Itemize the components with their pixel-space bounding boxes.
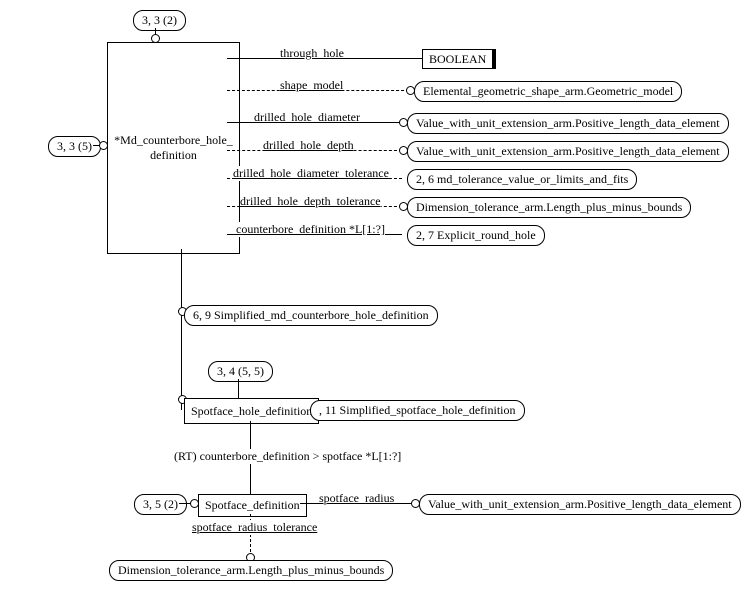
conn-left <box>99 141 108 150</box>
target-positive-length-2: Value_with_unit_extension_arm.Positive_l… <box>407 141 729 162</box>
ref-top: 3, 3 (2) <box>133 10 186 31</box>
target-tolerance-value: 2, 6 md_tolerance_value_or_limits_and_fi… <box>407 169 637 190</box>
target-simplified-cb: 6, 9 Simplified_md_counterbore_hole_defi… <box>184 305 438 326</box>
attr-dh-diameter: drilled_hole_diameter <box>254 110 360 125</box>
entity-spotface-hole: Spotface_hole_definition <box>184 398 319 424</box>
target-boolean: BOOLEAN <box>422 49 496 69</box>
target-explicit-round-hole: 2, 7 Explicit_round_hole <box>407 225 545 246</box>
attr-dh-depth: drilled_hole_depth <box>263 138 354 153</box>
attr-dh-depth-tol: drilled_hole_depth_tolerance <box>240 194 381 209</box>
target-geometric-model: Elemental_geometric_shape_arm.Geometric_… <box>414 81 682 102</box>
attr-sf-rad-tol: spotface_radius_tolerance <box>192 520 317 535</box>
line-main-down <box>181 249 182 410</box>
attr-rt-counterbore: (RT) counterbore_definition > spotface *… <box>174 449 401 464</box>
ref-spotface-def: 3, 5 (2) <box>134 494 187 515</box>
ref-left: 3, 3 (5) <box>48 136 101 157</box>
conn-top <box>151 34 160 43</box>
attr-dh-diam-tol: drilled_hole_diameter_tolerance <box>233 166 389 181</box>
attr-through-hole: through_hole <box>280 46 344 61</box>
target-length-bounds-1: Dimension_tolerance_arm.Length_plus_minu… <box>407 197 691 218</box>
entity-spotface-def: Spotface_definition <box>198 494 307 517</box>
attr-shape-model: shape_model <box>280 78 343 93</box>
attr-cb-def: counterbore_definition *L[1:?] <box>236 222 385 237</box>
target-length-bounds-2: Dimension_tolerance_arm.Length_plus_minu… <box>109 560 393 581</box>
attr-sf-radius: spotface_radius <box>319 491 394 506</box>
target-positive-length-1: Value_with_unit_extension_arm.Positive_l… <box>407 113 729 134</box>
ref-spotface-hole: 3, 4 (5, 5) <box>208 361 273 382</box>
target-positive-length-3: Value_with_unit_extension_arm.Positive_l… <box>419 494 741 515</box>
target-simplified-sf: , 11 Simplified_spotface_hole_definition <box>310 400 525 421</box>
entity-md-counterbore: *Md_counterbore_hole_ definition <box>107 42 240 254</box>
